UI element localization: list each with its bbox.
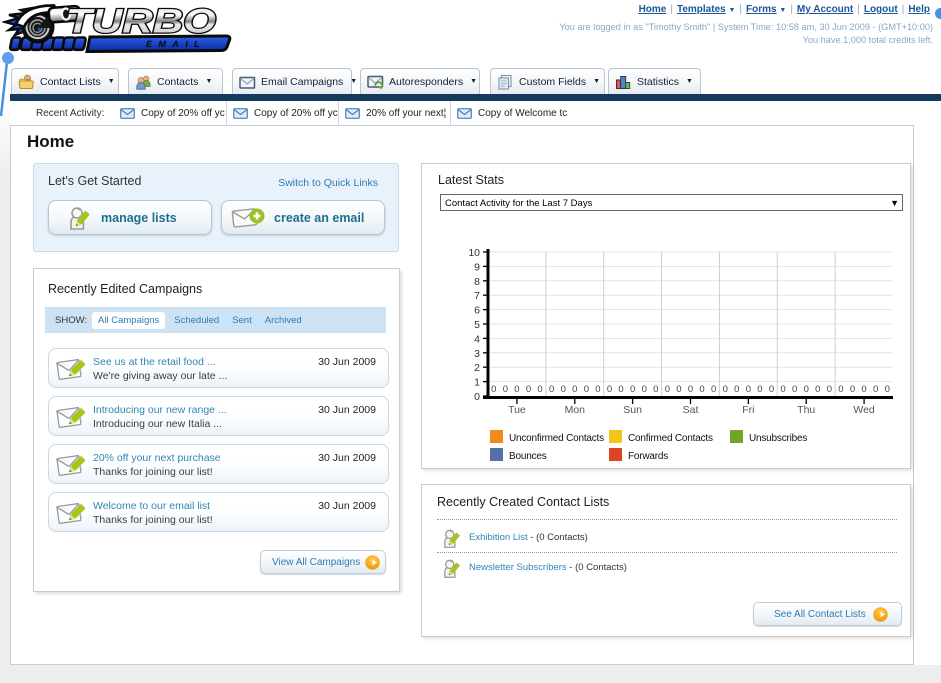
svg-text:Fri: Fri [742,404,754,416]
svg-text:9: 9 [474,261,480,273]
svg-text:0: 0 [746,384,751,395]
svg-text:0: 0 [653,384,658,395]
svg-text:8: 8 [474,276,480,288]
svg-text:0: 0 [827,384,832,395]
svg-text:0: 0 [491,384,496,395]
svg-text:0: 0 [804,384,809,395]
svg-text:0: 0 [769,384,774,395]
svg-text:Unconfirmed Contacts: Unconfirmed Contacts [509,433,604,444]
svg-text:0: 0 [792,384,797,395]
svg-text:EMAIL: EMAIL [146,39,206,49]
svg-text:0: 0 [561,384,566,395]
svg-text:0: 0 [607,384,612,395]
svg-text:0: 0 [734,384,739,395]
svg-text:Bounces: Bounces [509,451,547,461]
svg-text:0: 0 [503,384,508,395]
svg-text:0: 0 [549,384,554,395]
svg-text:2: 2 [474,362,480,374]
svg-text:Confirmed Contacts: Confirmed Contacts [628,433,713,444]
svg-text:0: 0 [572,384,577,395]
svg-text:4: 4 [474,333,480,345]
svg-text:0: 0 [861,384,866,395]
svg-text:1: 1 [474,377,480,389]
svg-text:0: 0 [630,384,635,395]
svg-text:5: 5 [474,319,480,331]
svg-text:6: 6 [474,305,480,317]
svg-text:3: 3 [474,348,480,360]
svg-text:Thu: Thu [797,404,815,416]
svg-text:0: 0 [514,384,519,395]
svg-text:10: 10 [468,247,480,259]
svg-text:0: 0 [723,384,728,395]
svg-text:0: 0 [642,384,647,395]
svg-text:Mon: Mon [565,404,586,416]
svg-text:TURBO: TURBO [66,3,216,41]
svg-text:0: 0 [699,384,704,395]
svg-text:0: 0 [815,384,820,395]
svg-text:Unsubscribes: Unsubscribes [749,433,807,444]
svg-text:0: 0 [873,384,878,395]
svg-text:Forwards: Forwards [628,451,668,461]
svg-text:0: 0 [757,384,762,395]
svg-text:0: 0 [780,384,785,395]
svg-text:0: 0 [595,384,600,395]
svg-text:Wed: Wed [853,404,875,416]
svg-text:7: 7 [474,290,480,302]
svg-text:Sat: Sat [683,404,699,416]
svg-text:Tue: Tue [508,404,526,416]
svg-text:0: 0 [526,384,531,395]
svg-text:0: 0 [676,384,681,395]
svg-text:Sun: Sun [623,404,642,416]
svg-text:0: 0 [838,384,843,395]
svg-text:0: 0 [850,384,855,395]
svg-text:0: 0 [584,384,589,395]
svg-text:0: 0 [885,384,890,395]
svg-text:0: 0 [618,384,623,395]
svg-text:0: 0 [474,391,480,403]
svg-text:0: 0 [711,384,716,395]
svg-text:0: 0 [688,384,693,395]
svg-text:0: 0 [537,384,542,395]
svg-text:0: 0 [665,384,670,395]
